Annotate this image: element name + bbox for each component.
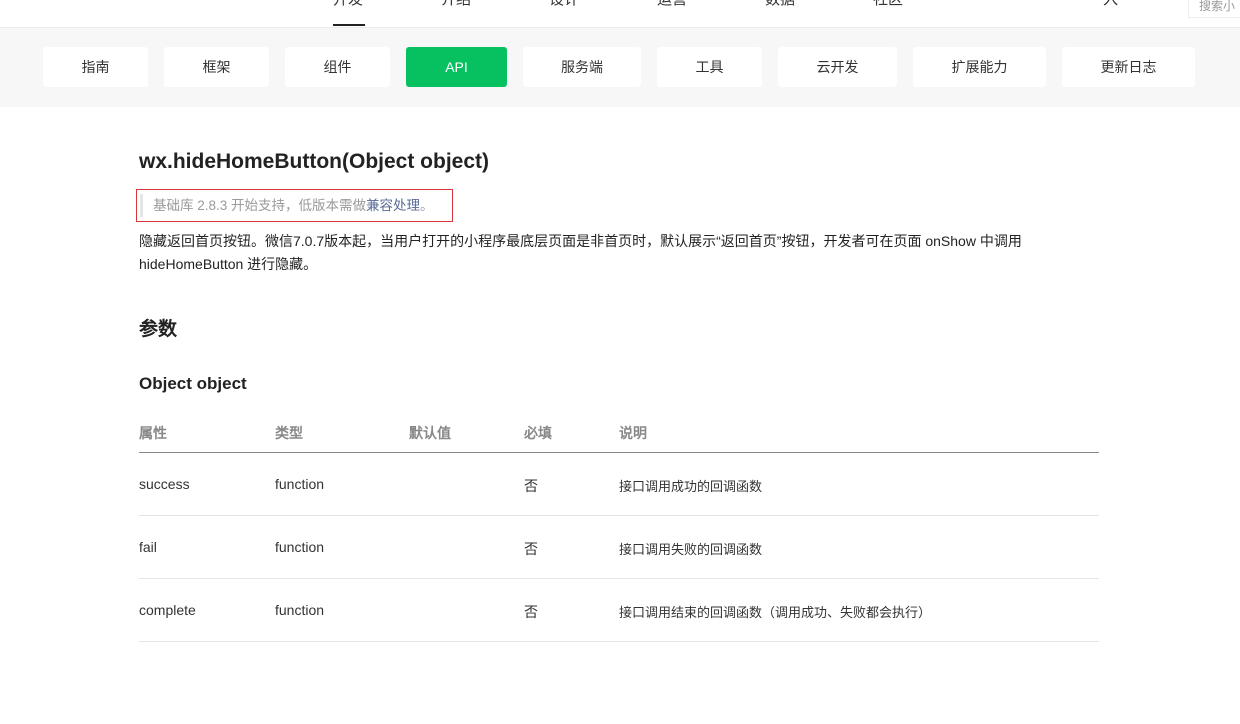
support-notice: 基础库 2.8.3 开始支持，低版本需做兼容处理。 [140, 194, 434, 217]
column-header-description: 说明 [619, 425, 647, 441]
table-header: 属性 类型 默认值 必填 说明 [139, 411, 1099, 453]
tab-api[interactable]: API [406, 47, 507, 87]
cell-description: 接口调用成功的回调函数 [619, 479, 763, 494]
table-row: success function 否 接口调用成功的回调函数 [139, 453, 1099, 516]
compatibility-link[interactable]: 兼容处理 [366, 198, 420, 213]
column-header-attribute: 属性 [139, 425, 167, 441]
tab-components[interactable]: 组件 [285, 47, 390, 87]
active-nav-underline [333, 24, 365, 26]
support-text: 基础库 2.8.3 开始支持，低版本需做 [153, 198, 367, 213]
tab-label: 云开发 [816, 59, 859, 75]
search-input[interactable]: 搜索小 [1188, 0, 1240, 18]
tab-label: 扩展能力 [951, 59, 1008, 75]
tab-server[interactable]: 服务端 [523, 47, 641, 87]
tab-changelog[interactable]: 更新日志 [1062, 47, 1195, 87]
tab-label: 组件 [323, 59, 352, 75]
tab-cloud[interactable]: 云开发 [778, 47, 897, 87]
table-row: fail function 否 接口调用失败的回调函数 [139, 516, 1099, 579]
params-table: 属性 类型 默认值 必填 说明 success function 否 接口调用成… [139, 411, 1099, 642]
login-link[interactable]: 入 [1103, 0, 1118, 10]
nav-item-data[interactable]: 数据 [765, 0, 795, 10]
tab-guide[interactable]: 指南 [43, 47, 148, 87]
cell-attribute: complete [139, 602, 196, 618]
cell-description: 接口调用结束的回调函数（调用成功、失败都会执行） [619, 605, 932, 620]
table-row: complete function 否 接口调用结束的回调函数（调用成功、失败都… [139, 579, 1099, 642]
tab-label: 服务端 [561, 59, 603, 75]
nav-item-operation[interactable]: 运营 [657, 0, 687, 10]
column-header-type: 类型 [275, 425, 303, 441]
support-suffix: 。 [420, 198, 434, 213]
nav-item-community[interactable]: 社区 [873, 0, 903, 10]
cell-type: function [275, 476, 325, 492]
object-heading: Object object [139, 374, 247, 393]
tab-framework[interactable]: 框架 [164, 47, 269, 87]
cell-required: 否 [524, 541, 538, 557]
cell-type: function [275, 602, 325, 618]
column-header-default: 默认值 [409, 425, 451, 441]
tab-label: 框架 [202, 59, 231, 75]
page-title: wx.hideHomeButton(Object object) [139, 150, 490, 173]
cell-attribute: fail [139, 539, 157, 555]
cell-required: 否 [524, 604, 538, 620]
tab-label: 工具 [695, 59, 724, 75]
api-description: 隐藏返回首页按钮。微信7.0.7版本起，当用户打开的小程序最底层页面是非首页时，… [139, 233, 1022, 272]
cell-type: function [275, 539, 325, 555]
tab-tools[interactable]: 工具 [657, 47, 762, 87]
nav-item-intro[interactable]: 介绍 [441, 0, 471, 10]
cell-attribute: success [139, 476, 190, 492]
nav-item-develop[interactable]: 开发 [333, 0, 363, 10]
tab-extensions[interactable]: 扩展能力 [913, 47, 1046, 87]
cell-description: 接口调用失败的回调函数 [619, 542, 763, 557]
category-bar: 指南 框架 组件 API 服务端 工具 云开发 扩展能力 更新日志 [0, 28, 1240, 107]
params-heading: 参数 [139, 319, 178, 340]
tab-label: 指南 [81, 59, 110, 75]
cell-required: 否 [524, 478, 538, 494]
tab-label: API [445, 59, 468, 75]
support-notice-highlight: 基础库 2.8.3 开始支持，低版本需做兼容处理。 [136, 189, 453, 222]
top-navigation: 开发 介绍 设计 运营 数据 社区 入 搜索小 [0, 0, 1240, 28]
nav-item-design[interactable]: 设计 [549, 0, 579, 10]
column-header-required: 必填 [524, 425, 552, 441]
tab-label: 更新日志 [1100, 59, 1157, 75]
